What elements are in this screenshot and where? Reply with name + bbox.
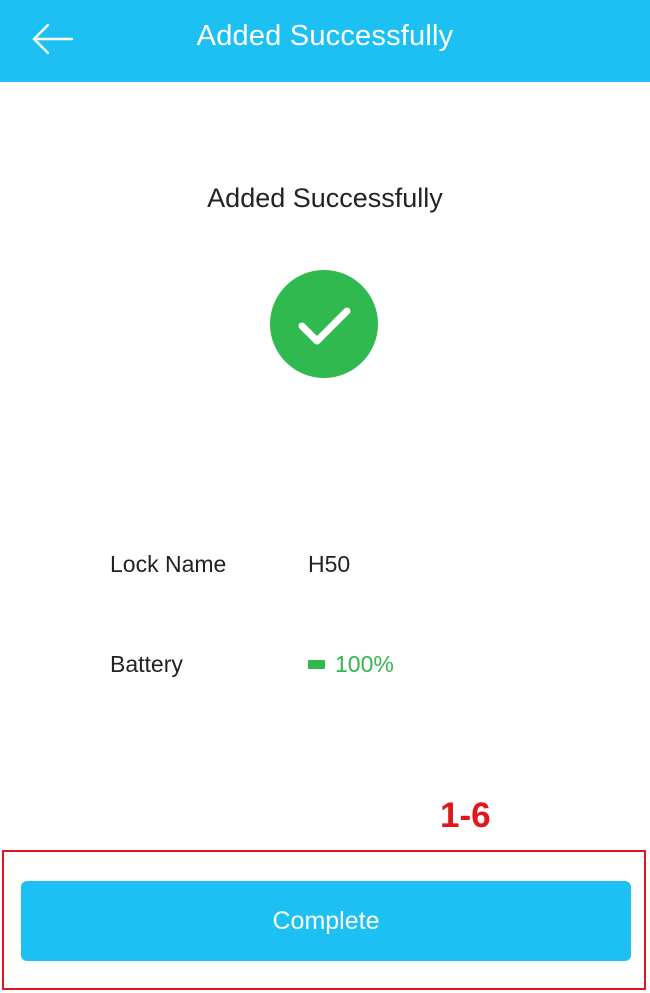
check-circle-icon: [270, 270, 378, 378]
battery-value: 100%: [335, 650, 394, 677]
lock-name-value: H50: [308, 551, 351, 577]
battery-status: 100%: [308, 647, 394, 681]
battery-label: Battery: [110, 651, 183, 677]
header-title: Added Successfully: [196, 20, 454, 52]
success-title: Added Successfully: [207, 183, 443, 213]
complete-button[interactable]: Complete: [21, 881, 631, 961]
lock-name-label: Lock Name: [110, 551, 227, 577]
annotation-label: 1-6: [440, 796, 491, 835]
battery-icon: [308, 659, 325, 669]
app-header: Added Successfully: [0, 0, 650, 82]
